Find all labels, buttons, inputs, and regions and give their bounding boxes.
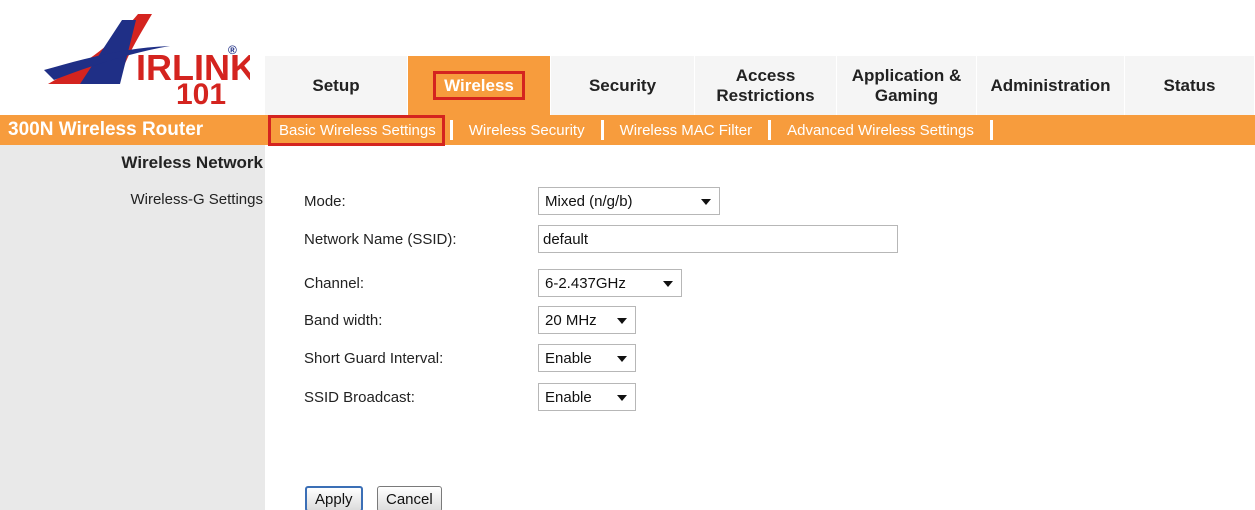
registered-mark: ® [228, 43, 237, 57]
channel-value: 6-2.437GHz [545, 274, 626, 292]
tab-setup[interactable]: Setup [265, 56, 408, 115]
sub-navigation-links: Basic Wireless Settings Wireless Securit… [268, 114, 998, 146]
cancel-button[interactable]: Cancel [377, 486, 442, 510]
section-title: Wireless Network [121, 153, 263, 172]
tab-security-label: Security [588, 75, 657, 95]
mode-row: Mode: Mixed (n/g/b) [304, 186, 720, 216]
tab-wireless-label: Wireless [433, 70, 525, 101]
bandwidth-row: Band width: 20 MHz [304, 305, 636, 335]
ssid-broadcast-row: SSID Broadcast: Enable [304, 382, 636, 412]
bandwidth-value: 20 MHz [545, 311, 597, 329]
subnav-separator [600, 120, 604, 140]
short-guard-row: Short Guard Interval: Enable [304, 343, 636, 373]
tab-status-label: Status [1163, 75, 1216, 95]
apply-button[interactable]: Apply [305, 486, 363, 510]
ssid-label: Network Name (SSID): [304, 230, 457, 248]
chevron-down-icon [617, 318, 627, 324]
short-guard-select[interactable]: Enable [538, 344, 636, 372]
short-guard-value: Enable [545, 349, 592, 367]
subnav-separator [989, 120, 993, 140]
tab-application-gaming[interactable]: Application & Gaming [837, 56, 977, 115]
subnav-basic-wireless-settings[interactable]: Basic Wireless Settings [268, 114, 445, 146]
bandwidth-label: Band width: [304, 311, 383, 329]
chevron-down-icon [617, 356, 627, 362]
ssid-broadcast-label: SSID Broadcast: [304, 388, 415, 406]
mode-value: Mixed (n/g/b) [545, 192, 633, 210]
subnav-wireless-security[interactable]: Wireless Security [458, 122, 596, 139]
chevron-down-icon [617, 395, 627, 401]
tab-security[interactable]: Security [551, 56, 695, 115]
mode-select[interactable]: Mixed (n/g/b) [538, 187, 720, 215]
subnav-separator [449, 120, 453, 140]
subnav-separator [768, 120, 772, 140]
channel-select[interactable]: 6-2.437GHz [538, 269, 682, 297]
chevron-down-icon [701, 199, 711, 205]
airlink-logo: IRLINK ® 101 [40, 8, 256, 111]
tab-setup-label: Setup [312, 75, 360, 95]
tab-application-gaming-label: Application & Gaming [851, 65, 962, 105]
short-guard-label: Short Guard Interval: [304, 349, 444, 367]
channel-label: Channel: [304, 274, 365, 292]
top-navigation: Setup Wireless Security Access Restricti… [265, 56, 1255, 115]
tab-access-restrictions-label: Access Restrictions [716, 65, 815, 105]
section-subtitle: Wireless-G Settings [130, 191, 263, 208]
product-name: 300N Wireless Router [0, 115, 265, 145]
bandwidth-select[interactable]: 20 MHz [538, 306, 636, 334]
subnav-wireless-mac-filter[interactable]: Wireless MAC Filter [609, 122, 764, 139]
logo-model-number: 101 [176, 78, 226, 108]
left-sidebar: Wireless Network Wireless-G Settings [0, 145, 265, 510]
tab-wireless[interactable]: Wireless [408, 56, 551, 115]
tab-status[interactable]: Status [1125, 56, 1255, 115]
mode-label: Mode: [304, 192, 346, 210]
chevron-down-icon [663, 281, 673, 287]
ssid-broadcast-select[interactable]: Enable [538, 383, 636, 411]
subnav-advanced-wireless-settings[interactable]: Advanced Wireless Settings [776, 122, 985, 139]
tab-administration-label: Administration [990, 75, 1111, 95]
tab-administration[interactable]: Administration [977, 56, 1125, 115]
tab-access-restrictions[interactable]: Access Restrictions [695, 56, 837, 115]
ssid-row: Network Name (SSID): [304, 224, 898, 254]
ssid-input[interactable] [538, 225, 898, 253]
channel-row: Channel: 6-2.437GHz [304, 268, 682, 298]
ssid-broadcast-value: Enable [545, 388, 592, 406]
